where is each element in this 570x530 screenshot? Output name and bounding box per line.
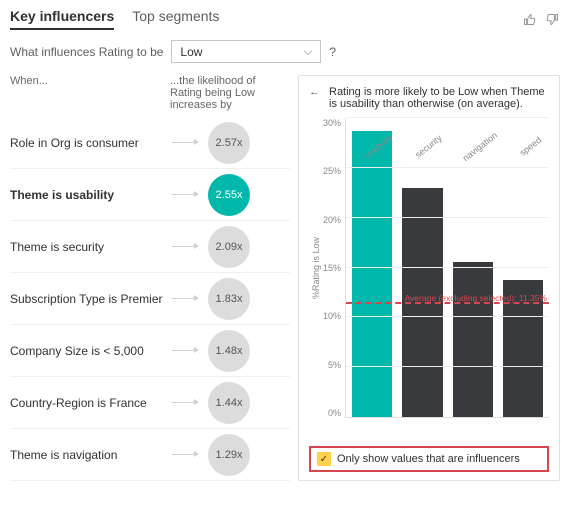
chevron-down-icon: ⌵ <box>303 44 312 59</box>
y-tick: 10% <box>323 311 341 321</box>
influencer-value-bubble: 2.57x <box>208 122 250 164</box>
y-tick: 0% <box>323 408 341 418</box>
y-tick: 15% <box>323 263 341 273</box>
rating-dropdown[interactable]: Low ⌵ <box>171 40 321 63</box>
help-icon[interactable]: ? <box>329 45 336 59</box>
chart-bar[interactable] <box>352 131 392 417</box>
detail-title: Rating is more likely to be Low when The… <box>329 86 549 110</box>
influencer-label: Subscription Type is Premier <box>10 292 170 306</box>
influencer-row[interactable]: Company Size is < 5,000 1.48x <box>10 325 290 377</box>
y-tick: 5% <box>323 360 341 370</box>
average-label: Average (excluding selected): 11.35% <box>405 293 547 303</box>
arrow-icon <box>170 298 200 299</box>
only-influencers-checkbox[interactable]: ✓ <box>317 452 331 466</box>
influencer-row[interactable]: Role in Org is consumer 2.57x <box>10 117 290 169</box>
y-tick: 25% <box>323 166 341 176</box>
arrow-icon <box>170 194 200 195</box>
influencer-row[interactable]: Theme is security 2.09x <box>10 221 290 273</box>
influencer-label: Theme is navigation <box>10 448 170 462</box>
arrow-icon <box>170 454 200 455</box>
influencer-row[interactable]: Theme is usability 2.55x <box>10 169 290 221</box>
arrow-icon <box>170 142 200 143</box>
dropdown-selected: Low <box>180 45 202 59</box>
filter-prefix: What influences Rating to be <box>10 45 163 59</box>
back-arrow-icon[interactable]: ← <box>309 86 323 110</box>
influencer-label: Theme is security <box>10 240 170 254</box>
arrow-icon <box>170 350 200 351</box>
influencer-label: Theme is usability <box>10 188 170 202</box>
thumbs-down-icon[interactable] <box>545 12 560 27</box>
average-line: Average (excluding selected): 11.35% <box>346 302 549 304</box>
only-influencers-label: Only show values that are influencers <box>337 453 520 465</box>
influencer-value-bubble: 1.83x <box>208 278 250 320</box>
influencer-label: Company Size is < 5,000 <box>10 344 170 358</box>
influencer-row[interactable]: Subscription Type is Premier 1.83x <box>10 273 290 325</box>
influencer-label: Role in Org is consumer <box>10 136 170 150</box>
column-header-likelihood: ...the likelihood of Rating being Low in… <box>170 75 290 111</box>
thumbs-up-icon[interactable] <box>522 12 537 27</box>
y-axis-label: %Rating is Low <box>309 118 321 418</box>
chart-bar[interactable] <box>453 262 493 417</box>
arrow-icon <box>170 402 200 403</box>
influencer-value-bubble: 2.09x <box>208 226 250 268</box>
column-header-when: When... <box>10 75 170 111</box>
influencer-label: Country-Region is France <box>10 396 170 410</box>
influencer-value-bubble: 1.29x <box>208 434 250 476</box>
y-tick: 30% <box>323 118 341 128</box>
arrow-icon <box>170 246 200 247</box>
influencer-value-bubble: 1.44x <box>208 382 250 424</box>
influencer-row[interactable]: Theme is navigation 1.29x <box>10 429 290 481</box>
only-influencers-row: ✓ Only show values that are influencers <box>309 446 549 472</box>
y-tick: 20% <box>323 215 341 225</box>
influencer-value-bubble: 1.48x <box>208 330 250 372</box>
influencer-value-bubble: 2.55x <box>208 174 250 216</box>
tab-top-segments[interactable]: Top segments <box>132 8 219 30</box>
influencer-row[interactable]: Country-Region is France 1.44x <box>10 377 290 429</box>
tab-key-influencers[interactable]: Key influencers <box>10 8 114 30</box>
